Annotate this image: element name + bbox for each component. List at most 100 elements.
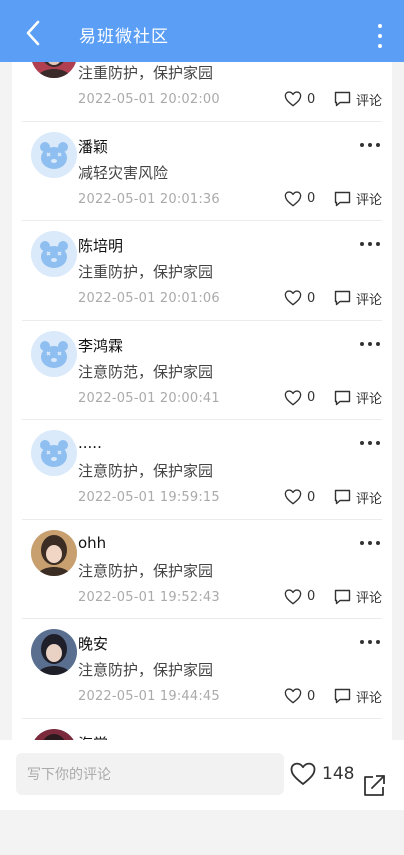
reply-label: 评论 [356, 93, 383, 109]
commenter-name[interactable]: 潘颖 [78, 136, 108, 157]
like-count: 0 [307, 290, 316, 306]
avatar[interactable] [31, 629, 77, 675]
comment-icon [334, 589, 351, 604]
comment-input-placeholder: 写下你的评论 [27, 767, 111, 783]
reply-button[interactable]: 评论 [334, 487, 382, 507]
like-count: 0 [307, 390, 316, 405]
comment-text: 注重防护，保护家园 [78, 64, 214, 82]
heart-icon [284, 290, 302, 306]
comment-time: 2022-05-01 19:44:45 [78, 689, 220, 704]
avatar[interactable] [31, 231, 77, 277]
commenter-name[interactable]: 李鸿霖 [78, 335, 123, 356]
like-button[interactable]: 0 [284, 686, 315, 706]
commenter-name[interactable]: ..... [78, 434, 102, 452]
user-photo-avatar-icon [31, 629, 77, 675]
user-photo-avatar-icon [31, 728, 77, 740]
comment-text: 注意防范，保护家园 [78, 362, 214, 381]
like-button[interactable]: 0 [284, 89, 315, 109]
comment-text: 注意防护，保护家园 [78, 561, 214, 580]
reply-button[interactable]: 评论 [334, 686, 382, 706]
comment-text: 注重防护，保护家园 [78, 263, 214, 281]
share-button[interactable] [362, 774, 386, 798]
comment-more-button[interactable] [360, 241, 380, 247]
comment-item: 潘颖减轻灾害风险 2022-05-01 20:01:36 0 评论 [22, 122, 382, 221]
like-count: 0 [307, 489, 316, 505]
heart-icon [290, 762, 316, 785]
comment-more-button[interactable] [360, 540, 380, 546]
like-button[interactable]: 0 [284, 288, 315, 308]
share-icon [364, 775, 385, 796]
like-button[interactable]: 0 [284, 587, 315, 607]
default-bear-avatar-icon [31, 330, 77, 377]
more-menu-button[interactable] [374, 24, 386, 48]
back-button[interactable] [20, 20, 46, 46]
app-header: 易班微社区 [0, 0, 404, 62]
reply-button[interactable]: 评论 [334, 388, 382, 408]
comment-item: 海棠 [22, 719, 382, 741]
comment-icon [334, 290, 351, 306]
heart-icon [284, 190, 302, 206]
heart-icon [284, 489, 302, 505]
comment-time: 2022-05-01 20:01:36 [78, 191, 220, 207]
comment-text: 减轻灾害风险 [78, 163, 169, 182]
reply-label: 评论 [356, 491, 383, 507]
avatar[interactable] [31, 330, 77, 377]
more-horizontal-icon [360, 640, 364, 644]
reply-button[interactable]: 评论 [334, 189, 382, 209]
avatar[interactable] [31, 728, 77, 740]
like-count: 0 [307, 688, 316, 704]
comment-time: 2022-05-01 20:00:41 [78, 390, 220, 406]
comment-time: 2022-05-01 20:01:06 [78, 291, 220, 306]
avatar[interactable] [31, 430, 77, 476]
default-bear-avatar-icon [31, 430, 77, 476]
reply-label: 评论 [356, 690, 383, 706]
reply-button[interactable]: 评论 [334, 288, 382, 308]
comment-more-button[interactable] [360, 142, 380, 148]
comment-icon [334, 91, 351, 107]
reply-label: 评论 [356, 392, 383, 407]
comment-time: 2022-05-01 19:52:43 [78, 589, 220, 605]
heart-icon [284, 91, 302, 107]
like-button[interactable]: 0 [284, 487, 315, 507]
commenter-name[interactable]: 海棠 [78, 733, 108, 741]
heart-icon [284, 688, 302, 704]
more-horizontal-icon [360, 441, 364, 445]
comment-text: 注意防护，保护家园 [78, 462, 214, 480]
comment-icon [334, 688, 351, 704]
comment-item: 晚安注意防护，保护家园 2022-05-01 19:44:45 0 评论 [22, 619, 382, 719]
comment-time: 2022-05-01 19:59:15 [78, 490, 220, 505]
more-horizontal-icon [360, 341, 364, 346]
like-button[interactable]: 0 [284, 189, 315, 209]
commenter-name[interactable]: ohh [78, 534, 106, 552]
comment-input[interactable]: 写下你的评论 [16, 753, 284, 795]
more-horizontal-icon [360, 242, 364, 246]
heart-icon [284, 588, 302, 604]
reply-button[interactable]: 评论 [334, 587, 382, 607]
comment-item: 陈培明注重防护，保护家园 2022-05-01 20:01:06 0 评论 [22, 221, 382, 321]
user-photo-avatar-icon [31, 62, 77, 78]
comment-text: 注意防护，保护家园 [78, 661, 214, 679]
like-button[interactable]: 0 [284, 388, 315, 408]
avatar[interactable] [31, 131, 77, 178]
comment-icon [334, 390, 351, 405]
avatar[interactable] [31, 529, 77, 576]
reply-button[interactable]: 评论 [334, 89, 382, 109]
more-vertical-icon [378, 24, 382, 28]
avatar[interactable] [31, 62, 77, 78]
comment-item: 李鸿霖注意防范，保护家园 2022-05-01 20:00:41 0 评论 [22, 321, 382, 420]
comment-item: ..... 注意防护，保护家园 2022-05-01 19:59:15 0 评论 [22, 420, 382, 520]
footer-like-button[interactable]: 148 [290, 762, 354, 786]
heart-icon [284, 389, 302, 405]
commenter-name[interactable]: 晚安 [78, 633, 108, 654]
more-horizontal-icon [360, 540, 364, 545]
comment-item: ohh 注意防护，保护家园 2022-05-01 19:52:43 0 评论 [22, 520, 382, 619]
like-count: 0 [307, 191, 316, 206]
user-photo-avatar-icon [31, 529, 77, 576]
comment-more-button[interactable] [360, 341, 380, 347]
comment-item: 注重防护，保护家园 2022-05-01 20:02:00 0 评论 [22, 62, 382, 122]
comment-icon [334, 489, 351, 505]
comment-list-card[interactable]: 注重防护，保护家园 2022-05-01 20:02:00 0 评论 潘颖 减轻灾害风险 2… [12, 62, 392, 740]
comment-more-button[interactable] [360, 639, 380, 645]
commenter-name[interactable]: 陈培明 [78, 235, 123, 256]
comment-more-button[interactable] [360, 440, 380, 446]
